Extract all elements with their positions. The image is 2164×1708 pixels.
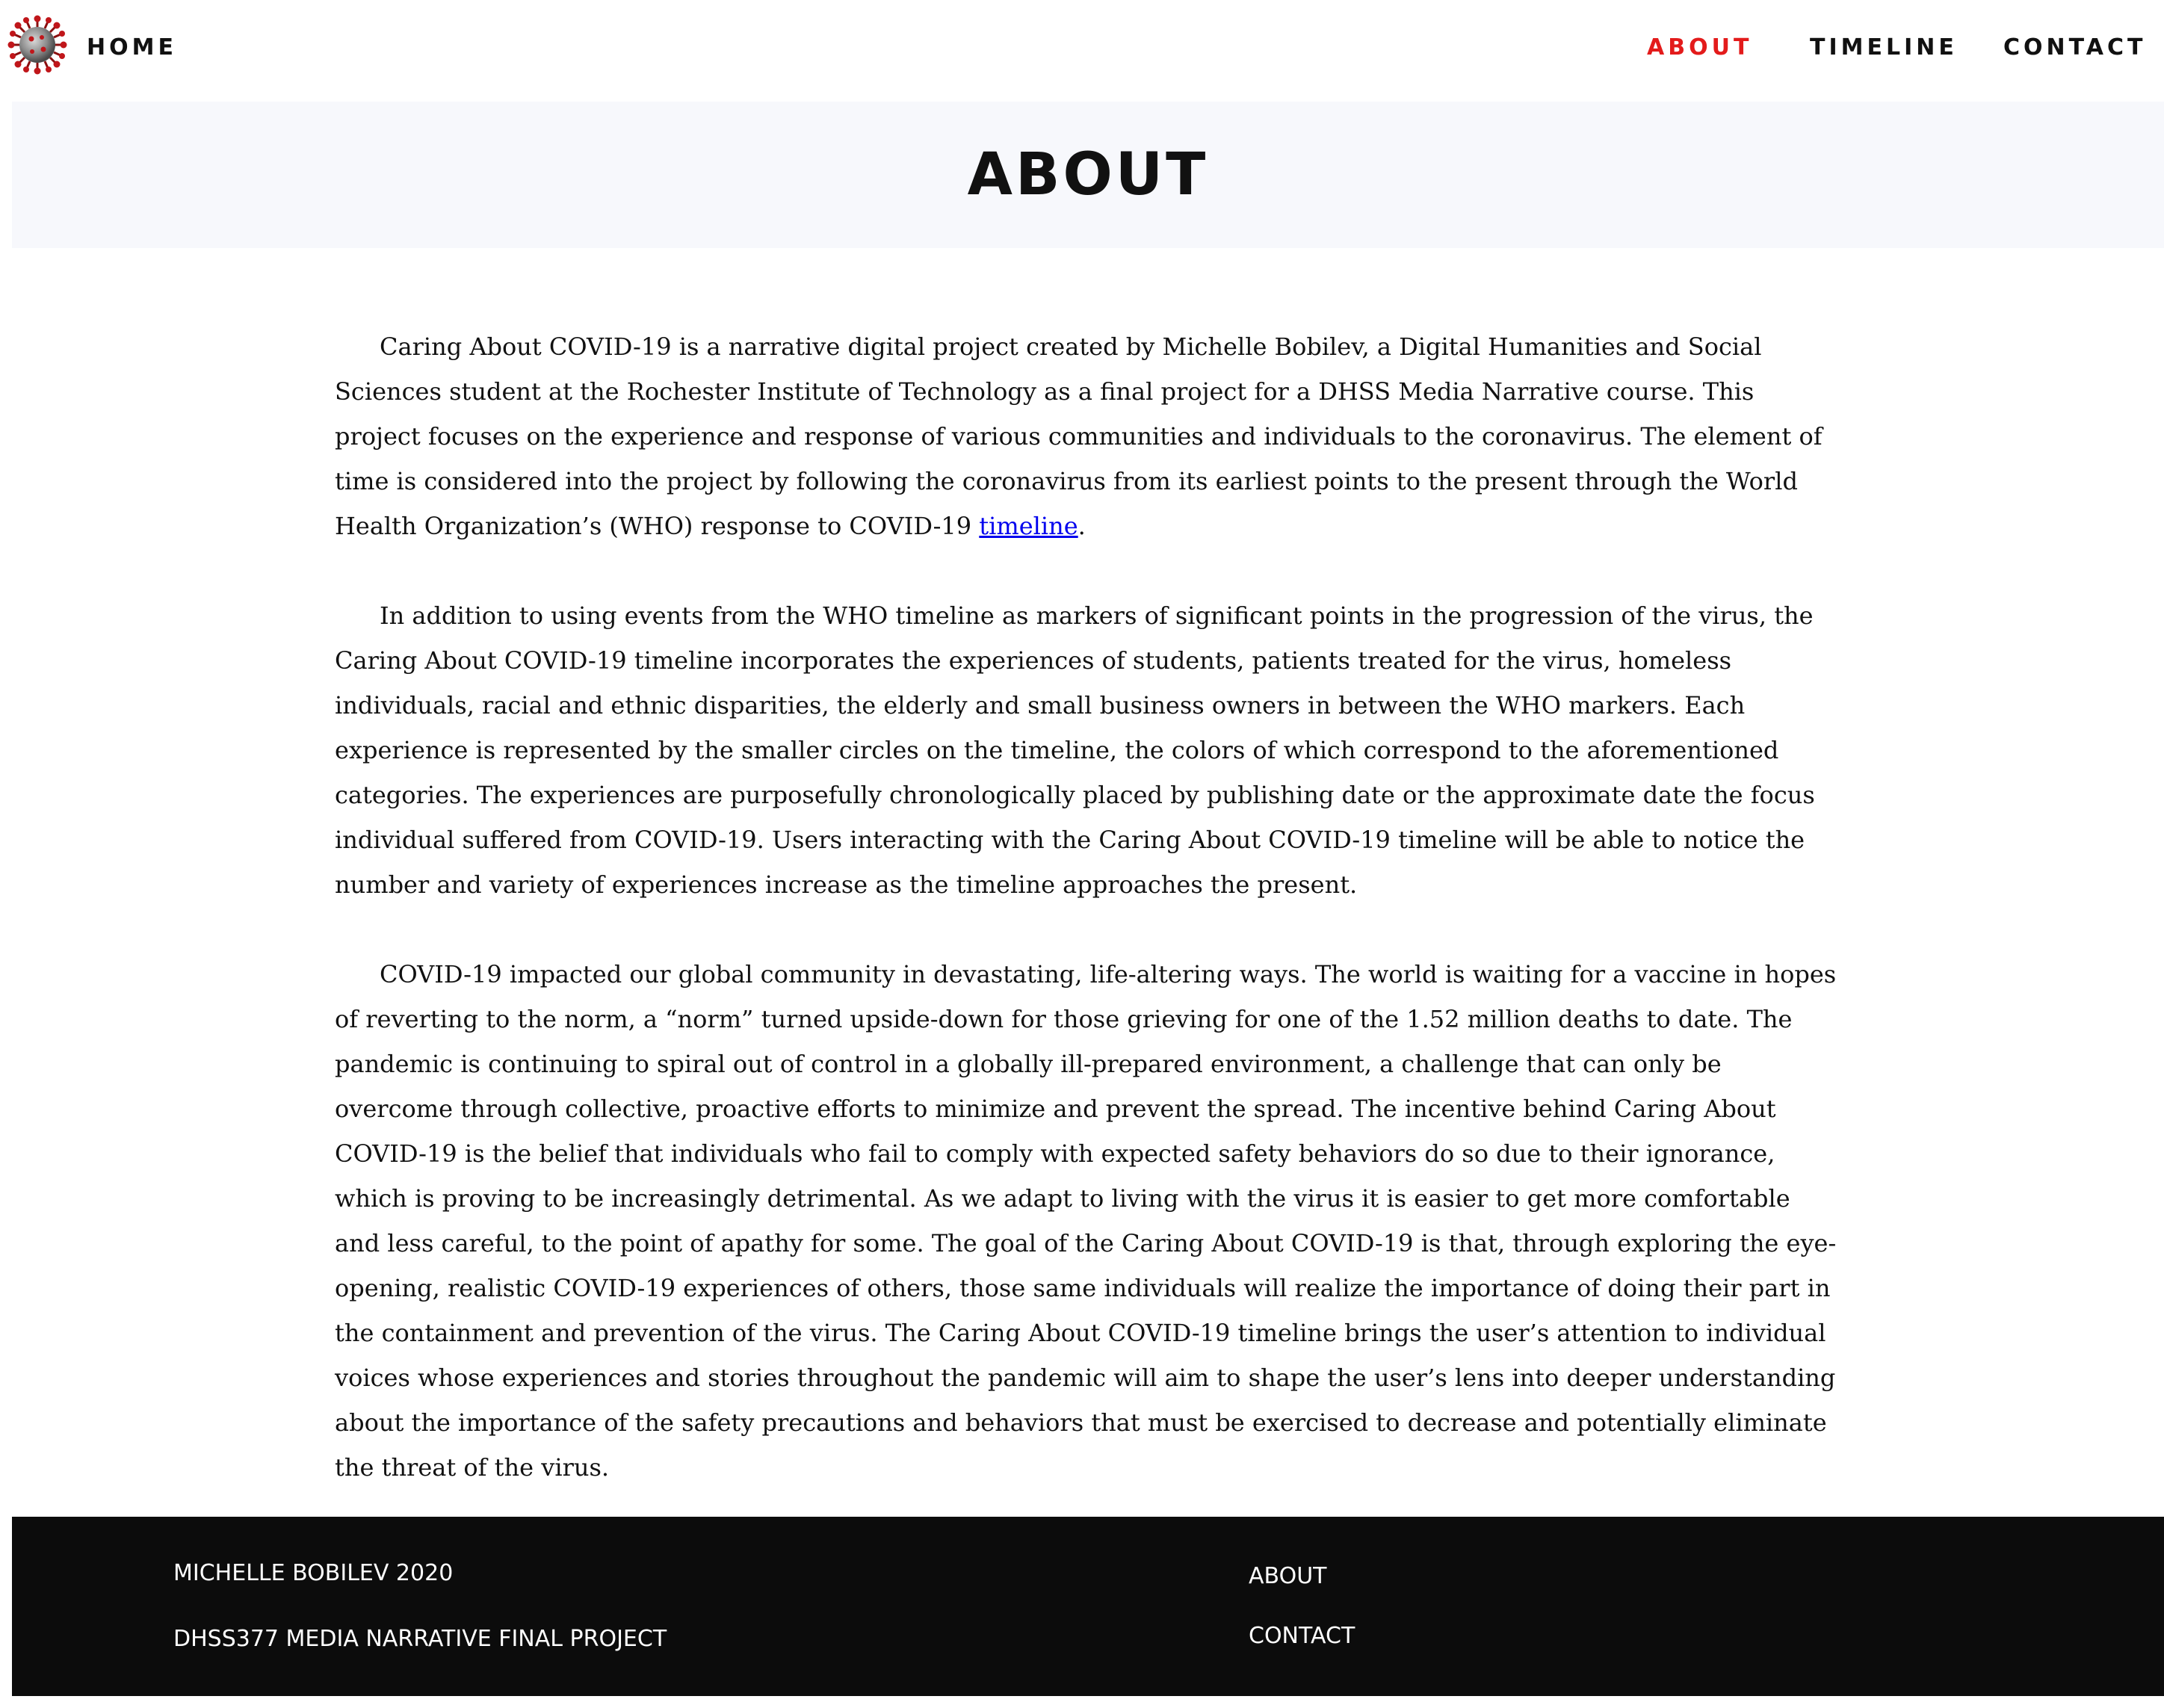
nav-about-link[interactable]: ABOUT <box>1647 33 1752 63</box>
footer-project: DHSS377 MEDIA NARRATIVE FINAL PROJECT <box>173 1626 667 1652</box>
about-paragraph-3: COVID-19 impacted our global community i… <box>335 960 1837 1482</box>
footer-author: MICHELLE BOBILEV 2020 <box>173 1560 454 1586</box>
about-paragraph-2: In addition to using events from the WHO… <box>335 601 1815 899</box>
coronavirus-logo-icon[interactable] <box>7 15 67 75</box>
footer-contact-link[interactable]: CONTACT <box>1249 1621 1355 1651</box>
footer: MICHELLE BOBILEV 2020 DHSS377 MEDIA NARR… <box>12 1517 2164 1696</box>
timeline-link[interactable]: timeline <box>979 512 1078 540</box>
about-content: Caring About COVID-19 is a narrative dig… <box>335 324 1838 1535</box>
nav-home-link[interactable]: HOME <box>87 33 177 63</box>
paragraph-1-text: Caring About COVID-19 is a narrative dig… <box>335 332 1823 540</box>
page-header: ABOUT <box>12 102 2164 248</box>
top-nav: HOME ABOUT TIMELINE CONTACT <box>0 0 2164 99</box>
nav-contact-link[interactable]: CONTACT <box>2003 33 2146 63</box>
page-title: ABOUT <box>967 141 1209 208</box>
about-paragraph-1: Caring About COVID-19 is a narrative dig… <box>335 324 1838 548</box>
footer-about-link[interactable]: ABOUT <box>1249 1562 1326 1591</box>
nav-timeline-link[interactable]: TIMELINE <box>1810 33 1958 63</box>
paragraph-1-end: . <box>1078 512 1086 540</box>
